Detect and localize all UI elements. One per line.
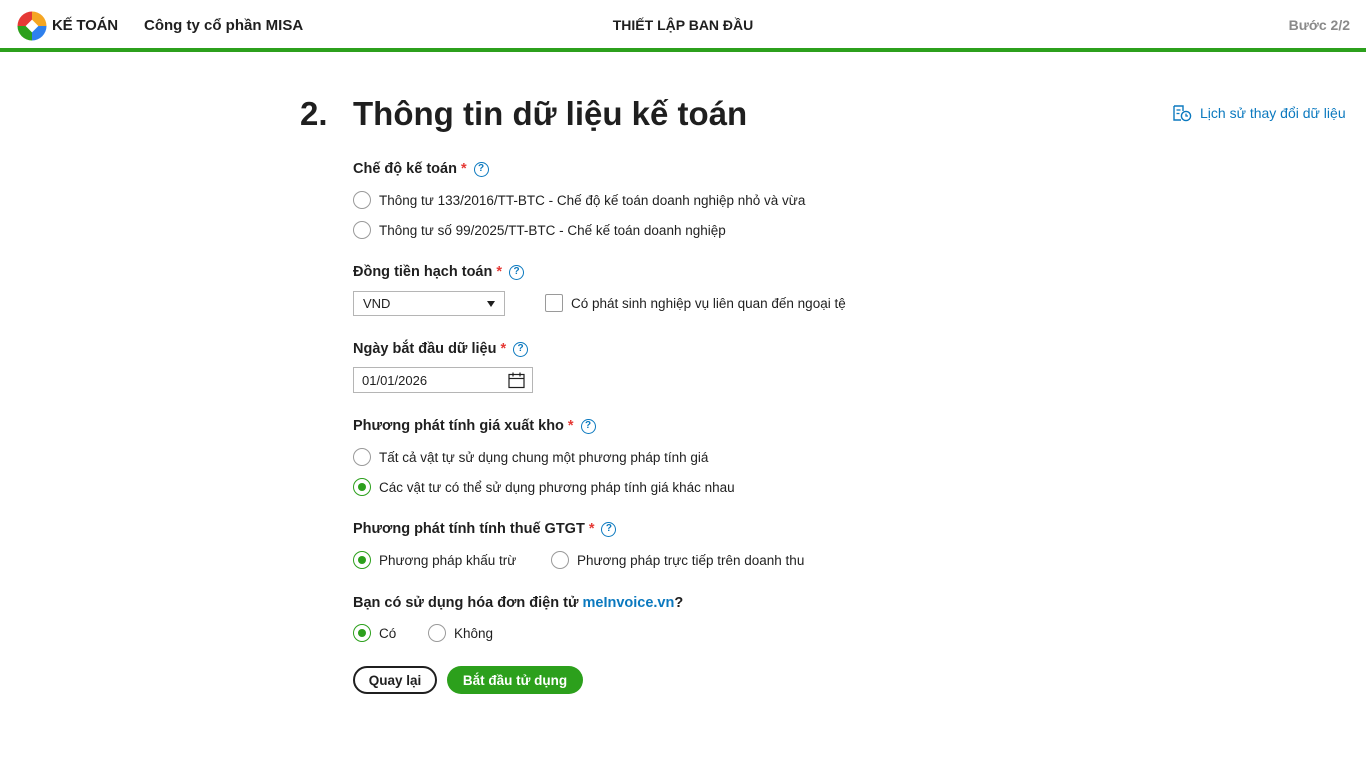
start-button[interactable]: Bắt đầu tử dụng [447,666,583,694]
accounting-regime-label-text: Chế độ kế toán [353,161,457,177]
setup-title: THIẾT LẬP BAN ĐẦU [612,17,754,33]
radio-button[interactable] [353,624,371,642]
meinvoice-link[interactable]: meInvoice.vn [582,595,674,611]
top-header: KẾ TOÁN Công ty cổ phần MISA THIẾT LẬP B… [0,0,1366,52]
radio-button[interactable] [428,624,446,642]
foreign-currency-checkbox[interactable] [545,294,563,312]
radio-inventory-different[interactable]: Các vật tư có thể sử dụng phương pháp tí… [353,478,735,496]
radio-inventory-shared[interactable]: Tất cả vật tự sử dụng chung một phương p… [353,448,708,466]
currency-select[interactable]: VND [353,291,505,316]
start-date-field[interactable] [353,367,533,393]
required-mark: * [500,341,507,357]
radio-label: Phương pháp khấu trừ [379,552,517,568]
einvoice-question-prefix: Bạn có sử dụng hóa đơn điện tử [353,595,583,611]
currency-label: Đồng tiền hạch toán * ? [353,264,525,280]
required-mark: * [567,418,574,434]
start-date-label: Ngày bắt đầu dữ liệu * ? [353,341,529,357]
radio-vat-direct[interactable]: Phương pháp trực tiếp trên doanh thu [551,551,804,569]
history-icon [1173,105,1192,122]
radio-button[interactable] [353,551,371,569]
step-indicator: Bước 2/2 [1288,17,1350,33]
help-icon[interactable]: ? [473,161,489,177]
radio-label: Các vật tư có thể sử dụng phương pháp tí… [379,479,735,495]
start-date-label-text: Ngày bắt đầu dữ liệu [353,341,497,357]
radio-einvoice-yes[interactable]: Có [353,624,396,642]
required-mark: * [460,161,467,177]
page-number: 2. [300,95,328,132]
radio-label: Có [379,625,397,641]
vat-method-label-text: Phương phát tính tính thuế GTGT [353,521,585,537]
calendar-icon[interactable] [508,372,525,389]
page-title: Thông tin dữ liệu kế toán [353,95,748,132]
radio-button[interactable] [353,478,371,496]
required-mark: * [588,521,595,537]
inventory-method-label: Phương phát tính giá xuất kho * ? [353,418,596,434]
currency-label-text: Đồng tiền hạch toán [353,264,493,280]
radio-button[interactable] [353,448,371,466]
currency-select-value: VND [363,296,391,311]
einvoice-question-suffix: ? [674,595,684,611]
back-button[interactable]: Quay lại [353,666,437,694]
foreign-currency-checkbox-label: Có phát sinh nghiệp vụ liên quan đến ngo… [571,295,846,311]
radio-label: Không [454,625,494,641]
radio-label: Thông tư 133/2016/TT-BTC - Chế độ kế toá… [379,192,806,208]
radio-label: Tất cả vật tự sử dụng chung một phương p… [379,449,709,465]
radio-label: Thông tư số 99/2025/TT-BTC - Chế kế toán… [379,222,726,238]
radio-vat-deduction[interactable]: Phương pháp khấu trừ [353,551,516,569]
radio-regime-133[interactable]: Thông tư 133/2016/TT-BTC - Chế độ kế toá… [353,191,805,209]
radio-label: Phương pháp trực tiếp trên doanh thu [577,552,805,568]
radio-button[interactable] [551,551,569,569]
help-icon[interactable]: ? [580,418,596,434]
start-date-input[interactable] [355,369,503,391]
help-icon[interactable]: ? [601,521,617,537]
chevron-down-icon [487,301,495,307]
einvoice-question: Bạn có sử dụng hóa đơn điện tử meInvoice… [353,595,683,611]
radio-button[interactable] [353,221,371,239]
radio-button[interactable] [353,191,371,209]
help-icon[interactable]: ? [509,264,525,280]
radio-regime-99[interactable]: Thông tư số 99/2025/TT-BTC - Chế kế toán… [353,221,726,239]
help-icon[interactable]: ? [513,341,529,357]
accounting-regime-label: Chế độ kế toán * ? [353,161,489,177]
required-mark: * [496,264,503,280]
radio-einvoice-no[interactable]: Không [428,624,493,642]
foreign-currency-checkbox-row[interactable]: Có phát sinh nghiệp vụ liên quan đến ngo… [545,294,846,312]
vat-method-label: Phương phát tính tính thuế GTGT * ? [353,521,617,537]
history-link[interactable]: Lịch sử thay đổi dữ liệu [1172,104,1346,122]
history-link-label: Lịch sử thay đổi dữ liệu [1200,105,1346,121]
inventory-method-label-text: Phương phát tính giá xuất kho [353,418,564,434]
